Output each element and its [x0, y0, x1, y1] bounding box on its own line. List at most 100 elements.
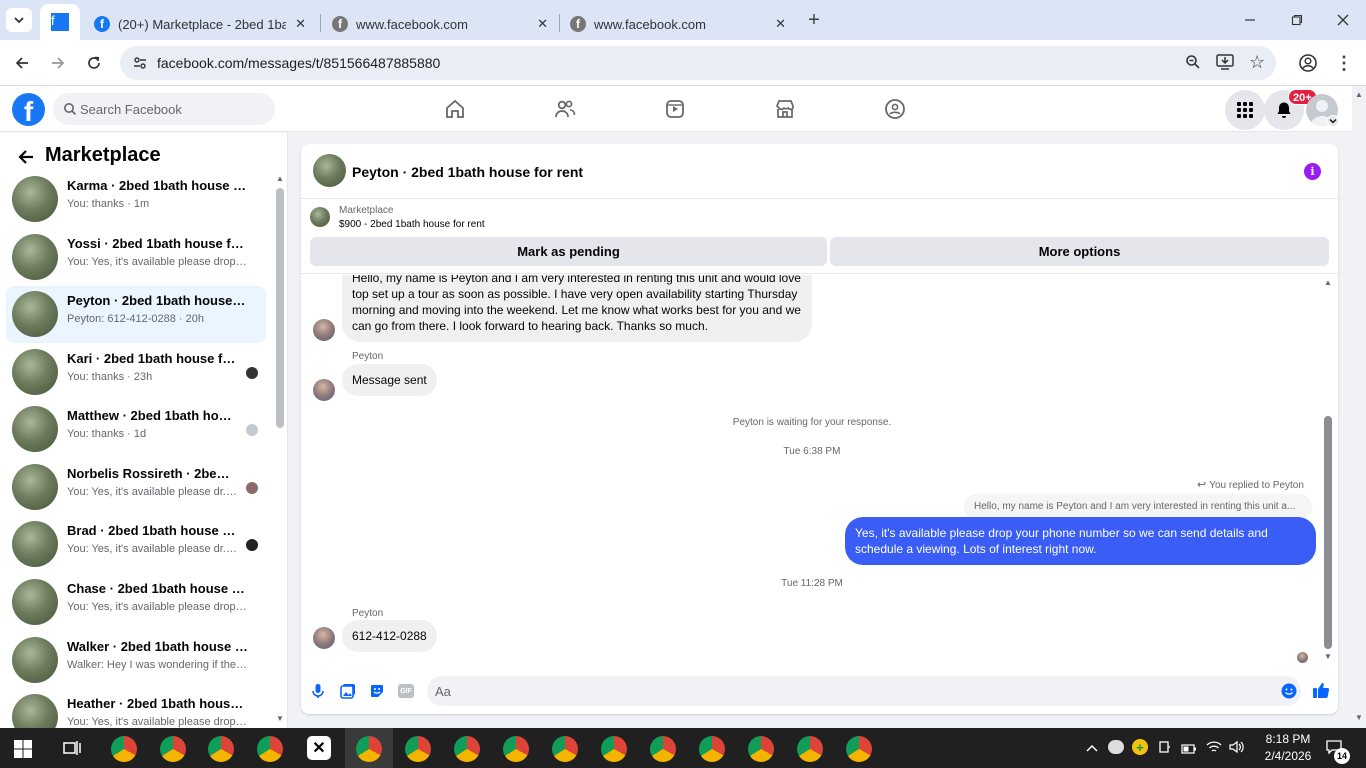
- message-bubble[interactable]: Message sent: [342, 364, 437, 396]
- clock-date[interactable]: 2/4/2026: [1258, 749, 1318, 763]
- tab-active-pinned[interactable]: f: [40, 4, 80, 40]
- chrome-profile-icon[interactable]: [601, 736, 627, 762]
- sender-avatar[interactable]: [313, 379, 335, 401]
- tray-chevron-icon[interactable]: [1086, 741, 1098, 756]
- tray-app-icon[interactable]: +: [1132, 739, 1148, 755]
- clock-time[interactable]: 8:18 PM: [1258, 732, 1318, 746]
- chrome-profile-icon[interactable]: [748, 736, 774, 762]
- tab-facebook-3[interactable]: f www.facebook.com ✕: [560, 8, 796, 40]
- task-view-icon[interactable]: [63, 740, 81, 759]
- chrome-profile-icon[interactable]: [797, 736, 823, 762]
- gif-icon[interactable]: GIF: [398, 684, 414, 698]
- emoji-icon[interactable]: [1281, 683, 1297, 702]
- conversation-name: Chase · 2bed 1bath house for rent: [67, 581, 249, 596]
- bookmark-star-icon[interactable]: ☆: [1249, 52, 1265, 73]
- chrome-profile-icon[interactable]: [405, 736, 431, 762]
- sidebar-scrollbar[interactable]: [276, 188, 284, 428]
- microphone-icon[interactable]: [311, 683, 325, 702]
- scroll-down-icon[interactable]: ▼: [1324, 652, 1332, 661]
- tab-search-icon[interactable]: [6, 8, 32, 32]
- new-tab-icon[interactable]: +: [802, 8, 826, 32]
- facebook-logo[interactable]: f: [12, 93, 45, 126]
- windows-start-icon[interactable]: [14, 740, 32, 761]
- chrome-profile-icon[interactable]: [257, 736, 283, 762]
- message-bubble[interactable]: 612-412-0288: [342, 620, 437, 652]
- sticker-icon[interactable]: [369, 683, 385, 702]
- listing-price[interactable]: $900 - 2bed 1bath house for rent: [339, 219, 485, 230]
- install-app-icon[interactable]: [1216, 54, 1234, 73]
- reload-icon[interactable]: [82, 51, 106, 75]
- chrome-profile-icon[interactable]: [160, 736, 186, 762]
- browser-menu-icon[interactable]: ⋮: [1332, 51, 1356, 75]
- message-bubble[interactable]: Hello, my name is Peyton and I am very i…: [342, 275, 812, 342]
- forward-icon[interactable]: [46, 51, 70, 75]
- restore-icon[interactable]: [1283, 6, 1311, 34]
- omnibox[interactable]: facebook.com/messages/t/851566487885880 …: [120, 46, 1276, 80]
- url-text[interactable]: facebook.com/messages/t/851566487885880: [157, 55, 440, 71]
- close-window-icon[interactable]: [1329, 6, 1357, 34]
- scroll-up-icon[interactable]: ▲: [1355, 90, 1363, 99]
- my-message-bubble[interactable]: Yes, it's available please drop your pho…: [845, 517, 1316, 565]
- sender-avatar[interactable]: [313, 319, 335, 341]
- message-input[interactable]: Aa: [427, 676, 1301, 706]
- back-button[interactable]: [14, 145, 38, 169]
- chrome-profile-icon[interactable]: [846, 736, 872, 762]
- chat-listing-thumbnail[interactable]: [313, 154, 346, 187]
- capcut-icon[interactable]: ✕: [307, 736, 331, 760]
- scroll-up-icon[interactable]: ▲: [1324, 278, 1332, 287]
- info-icon[interactable]: i: [1304, 163, 1321, 180]
- nav-friends[interactable]: [510, 86, 620, 132]
- chrome-profile-icon[interactable]: [650, 736, 676, 762]
- chrome-profile-icon[interactable]: [356, 736, 382, 762]
- chrome-profile-icon[interactable]: [552, 736, 578, 762]
- conversation-yossi[interactable]: Yossi · 2bed 1bath house for rent You: Y…: [6, 229, 266, 286]
- conversation-norbelis[interactable]: Norbelis Rossireth · 2bed 1bath house fo…: [6, 459, 266, 516]
- chat-scrollbar[interactable]: [1324, 416, 1332, 649]
- more-options-button[interactable]: More options: [830, 237, 1329, 266]
- chrome-profile-icon[interactable]: [503, 736, 529, 762]
- conversation-brad[interactable]: Brad · 2bed 1bath house for rent You: Ye…: [6, 516, 266, 573]
- thumbs-up-icon[interactable]: [1312, 681, 1330, 702]
- scroll-down-icon[interactable]: ▼: [1355, 713, 1363, 722]
- conversation-kari[interactable]: Kari · 2bed 1bath house for rent You: th…: [6, 344, 266, 401]
- scroll-down-icon[interactable]: ▼: [276, 714, 284, 723]
- site-info-icon[interactable]: [132, 55, 148, 74]
- close-tab-icon[interactable]: ✕: [295, 16, 306, 32]
- meet-now-icon[interactable]: [1159, 740, 1171, 757]
- conversation-karma[interactable]: Karma · 2bed 1bath house for rent You: t…: [6, 171, 266, 228]
- volume-icon[interactable]: [1229, 740, 1245, 757]
- chrome-profile-icon[interactable]: [454, 736, 480, 762]
- account-chevron-icon[interactable]: [1327, 115, 1339, 127]
- facebook-search[interactable]: Search Facebook: [53, 93, 275, 125]
- nav-home[interactable]: [400, 86, 510, 132]
- chrome-profile-icon[interactable]: [699, 736, 725, 762]
- scroll-up-icon[interactable]: ▲: [276, 174, 284, 183]
- chat-title[interactable]: Peyton · 2bed 1bath house for rent: [352, 164, 583, 180]
- conversation-walker[interactable]: Walker · 2bed 1bath house for rent Walke…: [6, 632, 266, 689]
- battery-icon[interactable]: [1181, 742, 1197, 757]
- conversation-peyton[interactable]: Peyton · 2bed 1bath house for rent Peyto…: [6, 286, 266, 343]
- close-tab-icon[interactable]: ✕: [775, 16, 786, 32]
- chrome-profile-icon[interactable]: [111, 736, 137, 762]
- nav-gaming[interactable]: [840, 86, 950, 132]
- sender-avatar[interactable]: [313, 627, 335, 649]
- onedrive-icon[interactable]: [1108, 740, 1124, 754]
- conversation-heather[interactable]: Heather · 2bed 1bath house for rent You:…: [6, 689, 266, 728]
- close-tab-icon[interactable]: ✕: [537, 16, 548, 32]
- tab-facebook-2[interactable]: f www.facebook.com ✕: [322, 8, 558, 40]
- nav-watch[interactable]: [620, 86, 730, 132]
- back-icon[interactable]: [10, 51, 34, 75]
- conversation-chase[interactable]: Chase · 2bed 1bath house for rent You: Y…: [6, 574, 266, 631]
- conversation-matthew[interactable]: Matthew · 2bed 1bath house for rent You:…: [6, 401, 266, 458]
- wifi-icon[interactable]: [1206, 740, 1222, 757]
- minimize-icon[interactable]: [1236, 6, 1264, 34]
- gallery-icon[interactable]: [340, 683, 356, 702]
- menu-grid-button[interactable]: [1225, 90, 1265, 130]
- chrome-icon[interactable]: [208, 736, 234, 762]
- page-scrollbar[interactable]: ▲ ▼: [1352, 86, 1366, 728]
- nav-marketplace[interactable]: [730, 86, 840, 132]
- profile-icon[interactable]: [1296, 51, 1320, 75]
- tab-marketplace[interactable]: f (20+) Marketplace - 2bed 1bath house f…: [84, 8, 316, 40]
- zoom-icon[interactable]: [1185, 54, 1201, 73]
- mark-as-pending-button[interactable]: Mark as pending: [310, 237, 827, 266]
